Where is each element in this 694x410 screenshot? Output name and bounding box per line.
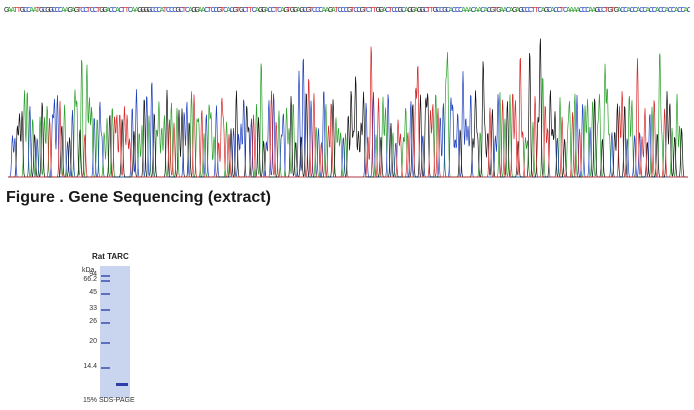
sds-page-gel-figure: Rat TARC kDa 94 66.2 45 33 26 20 14.4 15% SDS-…	[78, 250, 158, 408]
marker-label: 33	[89, 305, 97, 312]
figure-caption: Figure . Gene Sequencing (extract)	[6, 189, 271, 206]
marker-label: 20	[89, 338, 97, 345]
sequencing-chromatogram	[8, 38, 688, 178]
gel-lane-background	[100, 266, 130, 398]
sequence-base: C	[687, 7, 690, 14]
sequence-text-strip: GAATTGCCAATGCGGCCCAAGAGTCCTCCTGGACCACTTC…	[4, 7, 690, 14]
marker-label: 14.4	[83, 363, 97, 370]
trace-line	[8, 38, 688, 178]
marker-label: 45	[89, 289, 97, 296]
ladder-band	[101, 322, 110, 324]
gel-title: Rat TARC	[92, 252, 129, 261]
ladder-band	[101, 275, 110, 277]
ladder-band	[101, 293, 110, 295]
ladder-band	[101, 309, 110, 311]
trace-line	[8, 46, 688, 178]
ladder-band	[101, 367, 110, 369]
marker-label: 26	[89, 318, 97, 325]
trace-line	[8, 52, 688, 178]
sample-protein-band	[116, 383, 128, 386]
gel-footer-label: 15% SDS-PAGE	[83, 397, 135, 404]
ladder-band	[101, 280, 110, 282]
ladder-band	[101, 342, 110, 344]
marker-label: 66.2	[83, 276, 97, 283]
